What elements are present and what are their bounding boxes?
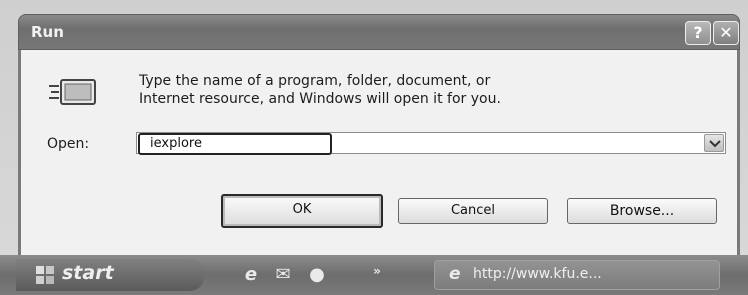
open-combobox[interactable]: iexplore (136, 132, 726, 155)
run-dialog-body: Type the name of a program, folder, docu… (18, 50, 740, 255)
open-input[interactable]: iexplore (138, 133, 332, 155)
start-label: start (62, 262, 114, 284)
taskbar-item-browser[interactable]: e http://www.kfu.e... (434, 260, 720, 290)
outlook-icon[interactable]: ✉ (272, 265, 294, 285)
ie-icon: e (449, 264, 461, 284)
ie-icon[interactable]: e (240, 265, 262, 285)
screen: Run ? ✕ Type the name of a program, fold… (0, 0, 748, 295)
help-button[interactable]: ? (685, 21, 711, 45)
taskbar-item-label: http://www.kfu.e... (473, 266, 602, 282)
open-label: Open: (47, 136, 90, 152)
browse-button[interactable]: Browse... (567, 198, 717, 224)
close-icon: ✕ (719, 23, 733, 42)
run-description: Type the name of a program, folder, docu… (139, 72, 699, 108)
ok-button[interactable]: OK (221, 194, 383, 228)
chevron-down-icon (709, 140, 721, 148)
description-line-2: Internet resource, and Windows will open… (139, 91, 501, 107)
open-dropdown-button[interactable] (704, 134, 724, 152)
quick-launch-more-button[interactable]: » (366, 261, 388, 281)
description-line-1: Type the name of a program, folder, docu… (139, 73, 491, 89)
cancel-button[interactable]: Cancel (398, 198, 548, 224)
dialog-title: Run (31, 23, 64, 41)
taskbar: start e ✉ ● » e http://www.kfu.e... (0, 255, 748, 295)
run-dialog-titlebar[interactable]: Run ? ✕ (18, 14, 740, 50)
run-program-icon (49, 79, 96, 105)
windows-logo-icon (36, 266, 54, 284)
media-player-icon[interactable]: ● (306, 265, 328, 285)
start-button[interactable]: start (16, 259, 204, 291)
close-button[interactable]: ✕ (713, 21, 739, 45)
